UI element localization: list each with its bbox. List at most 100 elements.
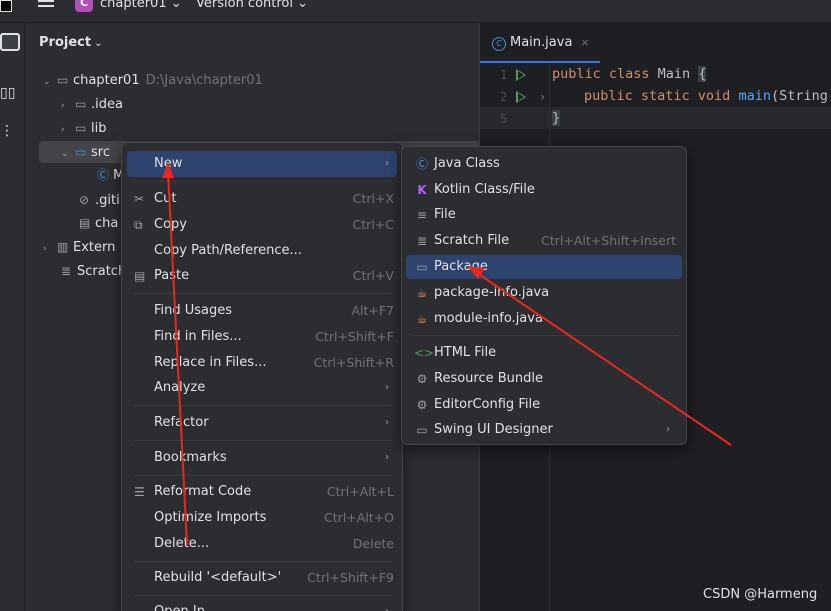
menu-item-reformat-code[interactable]: ☰ Reformat Code Ctrl+Alt+L (127, 479, 397, 505)
folder-icon: ▭ (75, 121, 87, 135)
menu-item-copy-path[interactable]: Copy Path/Reference... (127, 238, 397, 264)
submenu-item-file[interactable]: ≡ File (406, 203, 682, 227)
swing-icon: ▭ (416, 423, 428, 437)
watermark: CSDN @Harmeng (703, 587, 818, 602)
java-class-icon: Ⓒ (415, 157, 428, 171)
line-number: 5 (500, 112, 508, 126)
menu-separator (134, 595, 392, 596)
scratch-file-icon: ≣ (416, 234, 428, 248)
tree-node-external-libraries[interactable]: › ▥ Extern (43, 236, 115, 258)
menu-separator (412, 335, 678, 336)
menu-item-find-in-files[interactable]: Find in Files... Ctrl+Shift+F (127, 324, 397, 350)
menu-separator (134, 475, 392, 476)
kotlin-icon: K (417, 183, 427, 197)
tree-node-scratches[interactable]: ≣ Scratch (61, 260, 126, 282)
close-icon[interactable]: × (580, 36, 589, 49)
expand-arrow-icon[interactable]: ⌄ (61, 143, 75, 165)
java-file-icon: ☕ (416, 286, 428, 300)
menu-separator (134, 561, 392, 562)
file-icon: ≡ (416, 208, 428, 222)
submenu-arrow-icon: › (385, 417, 389, 428)
main-menu-icon[interactable] (38, 0, 54, 12)
project-badge[interactable]: C (75, 0, 93, 12)
run-icon[interactable] (516, 91, 526, 103)
menu-item-rebuild[interactable]: Rebuild '<default>' Ctrl+Shift+F9 (127, 565, 397, 591)
submenu-arrow-icon: › (385, 452, 389, 463)
menu-separator (134, 405, 392, 406)
external-libraries-icon: ▥ (57, 240, 69, 254)
submenu-item-resource-bundle[interactable]: ⚙ Resource Bundle (406, 367, 682, 391)
submenu-item-editorconfig[interactable]: ⚙ EditorConfig File (406, 393, 682, 417)
folder-source-icon: ▭ (75, 145, 87, 159)
java-class-icon: C (492, 37, 506, 51)
run-icon[interactable] (516, 69, 526, 81)
tree-node-lib[interactable]: › ▭ lib (61, 117, 106, 139)
menu-item-replace-in-files[interactable]: Replace in Files... Ctrl+Shift+R (127, 350, 397, 376)
submenu-item-scratch-file[interactable]: ≣ Scratch File Ctrl+Alt+Shift+Insert (406, 229, 682, 253)
package-icon: ▭ (416, 260, 428, 274)
tree-node-idea[interactable]: › ▭ .idea (61, 93, 123, 115)
app-logo-icon[interactable] (0, 0, 12, 12)
editorconfig-icon: ⚙ (416, 398, 428, 412)
menu-item-optimize-imports[interactable]: Optimize Imports Ctrl+Alt+O (127, 505, 397, 531)
project-path: D:\Java\chapter01 (145, 73, 263, 88)
menu-item-cut[interactable]: ✂ Cut Ctrl+X (127, 186, 397, 212)
submenu-item-java-class[interactable]: Ⓒ Java Class (406, 152, 682, 176)
more-tools-icon[interactable]: ⋮ (0, 123, 15, 139)
resource-bundle-icon: ⚙ (416, 372, 428, 386)
expand-arrow-icon[interactable]: › (61, 95, 75, 117)
code-line[interactable]: } (552, 110, 561, 126)
java-class-icon: Ⓒ (97, 168, 110, 182)
iml-file-icon: ▤ (79, 216, 91, 230)
code-line[interactable]: public class Main { (552, 66, 707, 82)
code-line[interactable]: public static void main(String[ (584, 88, 831, 104)
tree-node-gitignore[interactable]: ⊘ .giti (79, 189, 120, 211)
submenu-item-module-info[interactable]: ☕ module-info.java (406, 307, 682, 331)
editor-tab-main-java[interactable]: C Main.java × (480, 23, 600, 63)
menu-separator (134, 440, 392, 441)
html-icon: <> (414, 346, 435, 360)
title-bar: C chapter01 ⌄ Version control ⌄ (0, 0, 831, 23)
project-panel-title[interactable]: Project ⌄ (39, 35, 102, 50)
submenu-item-package-info[interactable]: ☕ package-info.java (406, 281, 682, 305)
line-number: 2 (500, 90, 508, 104)
folder-icon: ▭ (75, 97, 87, 111)
menu-item-refactor[interactable]: Refactor › (127, 410, 397, 436)
expand-arrow-icon[interactable]: ⌄ (43, 71, 57, 93)
submenu-arrow-icon: › (385, 599, 389, 611)
project-switcher[interactable]: chapter01 ⌄ (100, 0, 182, 11)
menu-item-open-in[interactable]: Open In› (127, 599, 397, 611)
java-file-icon: ☕ (416, 312, 428, 326)
tool-window-stripe: ▯▯ ⋮ (0, 23, 25, 611)
folder-module-icon: ▭ (57, 73, 69, 87)
tree-node-iml[interactable]: ▤ cha (79, 212, 118, 234)
structure-tool-icon[interactable]: ▯▯ (0, 85, 15, 101)
submenu-arrow-icon: › (385, 158, 389, 169)
scratches-icon: ≣ (61, 264, 72, 278)
menu-item-bookmarks[interactable]: Bookmarks › (127, 445, 397, 471)
menu-separator (134, 293, 392, 294)
menu-item-delete[interactable]: Delete... Delete (127, 531, 397, 557)
version-control-menu[interactable]: Version control ⌄ (196, 0, 308, 11)
cut-icon: ✂ (134, 192, 145, 206)
submenu-item-kotlin-class[interactable]: K Kotlin Class/File (406, 178, 682, 202)
copy-icon: ⧉ (134, 218, 143, 232)
menu-item-find-usages[interactable]: Find Usages Alt+F7 (127, 298, 397, 324)
expand-arrow-icon[interactable]: › (43, 238, 57, 260)
menu-separator (134, 181, 392, 182)
expand-arrow-icon[interactable]: › (61, 119, 75, 141)
project-tool-icon[interactable] (0, 33, 20, 51)
menu-item-copy[interactable]: ⧉ Copy Ctrl+C (127, 212, 397, 238)
submenu-item-html-file[interactable]: <> HTML File (406, 341, 682, 365)
submenu-item-package[interactable]: ▭ Package (406, 255, 682, 279)
menu-item-analyze[interactable]: Analyze › (127, 375, 397, 401)
tree-node-project-root[interactable]: ⌄ ▭ chapter01 D:\Java\chapter01 (43, 69, 263, 91)
submenu-item-swing-ui-designer[interactable]: ▭ Swing UI Designer › (406, 418, 682, 442)
submenu-arrow-icon: › (385, 382, 389, 393)
tree-node-src[interactable]: ⌄ ▭ src (61, 141, 110, 163)
menu-item-new[interactable]: New › (127, 151, 397, 177)
fold-icon[interactable]: › (539, 90, 546, 104)
menu-item-paste[interactable]: ▤ Paste Ctrl+V (127, 263, 397, 289)
new-submenu: Ⓒ Java Class K Kotlin Class/File ≡ File ≣ Sc… (401, 146, 687, 445)
chevron-down-icon: ⌄ (94, 38, 103, 49)
